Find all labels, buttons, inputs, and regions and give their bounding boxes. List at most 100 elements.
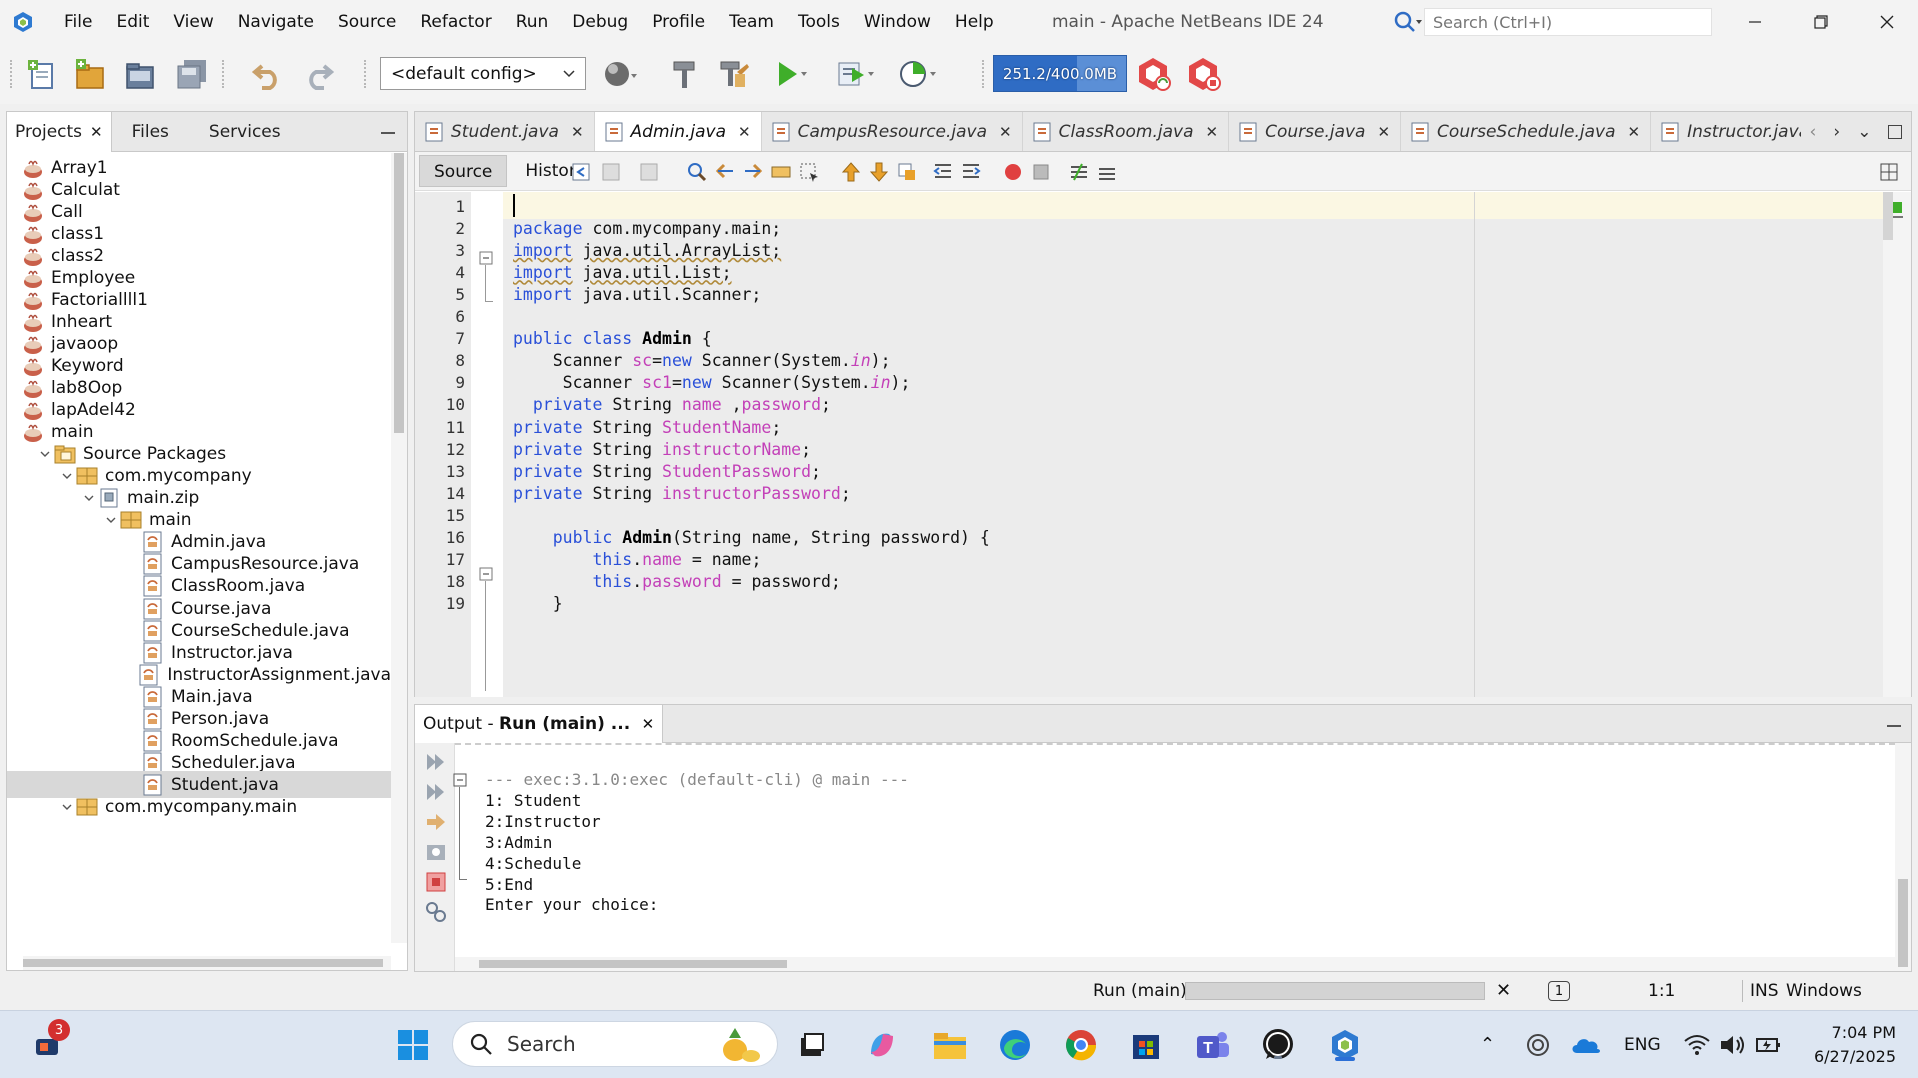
clean-build-button[interactable]	[714, 54, 754, 94]
stop-icon[interactable]	[423, 869, 449, 895]
menu-team[interactable]: Team	[717, 0, 786, 44]
debug-project-button[interactable]	[836, 54, 876, 94]
config-select[interactable]: <default config>	[380, 57, 586, 90]
close-tab-icon[interactable]: ✕	[1628, 123, 1641, 141]
battery-button[interactable]	[1749, 1025, 1789, 1065]
previous-bookmark-icon[interactable]	[839, 160, 863, 184]
menu-help[interactable]: Help	[943, 0, 1006, 44]
tools-icon[interactable]	[423, 899, 449, 925]
redo-button[interactable]	[298, 54, 338, 94]
settings-icon[interactable]	[423, 839, 449, 865]
chevron-down-icon[interactable]	[103, 512, 119, 528]
stop-macro-icon[interactable]	[1029, 160, 1053, 184]
tab-projects[interactable]: Projects ✕	[7, 111, 112, 152]
menu-profile[interactable]: Profile	[640, 0, 717, 44]
tree-vertical-scrollbar[interactable]	[391, 153, 407, 943]
edge-button[interactable]	[995, 1025, 1035, 1065]
shift-left-icon[interactable]	[931, 160, 955, 184]
new-file-button[interactable]	[22, 54, 62, 94]
tab-services[interactable]: Services	[189, 112, 289, 152]
code-editor[interactable]: 1 2 3 4 5 6 7 8 9 10 11 12 13 14 15 16 17 18 19 package co…	[415, 192, 1911, 697]
close-tab-icon[interactable]: ✕	[571, 123, 584, 141]
search-icon[interactable]	[1390, 8, 1424, 36]
menu-debug[interactable]: Debug	[560, 0, 640, 44]
arrow-right-icon[interactable]	[423, 809, 449, 835]
file-explorer-button[interactable]	[930, 1025, 970, 1065]
chevron-left-icon[interactable]: ‹	[1810, 122, 1817, 142]
tray-app-button[interactable]	[1518, 1025, 1558, 1065]
memory-indicator[interactable]: 251.2/400.0MB	[993, 55, 1127, 92]
code-line[interactable]: import java.util.Scanner;	[513, 281, 761, 308]
code-line[interactable]: }	[513, 590, 563, 617]
cancel-run-icon[interactable]: ✕	[1496, 974, 1511, 1008]
system-clock[interactable]: 7:04 PM 6/27/2025	[1806, 1021, 1896, 1069]
back-icon[interactable]	[599, 160, 623, 184]
file-tab-student[interactable]: Student.java ✕	[415, 112, 595, 151]
close-tab-icon[interactable]: ✕	[1377, 123, 1390, 141]
caret-position[interactable]: 1:1	[1648, 974, 1675, 1008]
chevron-down-icon[interactable]	[59, 468, 75, 484]
close-icon[interactable]: ✕	[642, 715, 655, 733]
tree-horizontal-scrollbar[interactable]	[23, 956, 391, 970]
code-line[interactable]: private String instructorPassword;	[513, 480, 851, 507]
scrollbar-thumb[interactable]	[1898, 879, 1908, 967]
task-view-button[interactable]	[792, 1025, 832, 1065]
save-all-button[interactable]	[172, 54, 212, 94]
rerun-icon[interactable]	[423, 749, 449, 775]
scrollbar-thumb[interactable]	[479, 960, 787, 968]
chevron-right-icon[interactable]: ›	[1833, 122, 1840, 142]
file-tab-classroom[interactable]: ClassRoom.java ✕	[1023, 112, 1230, 151]
build-button[interactable]	[664, 54, 704, 94]
split-editor-icon[interactable]	[1877, 160, 1901, 184]
maximize-window-icon[interactable]	[1888, 125, 1903, 139]
find-previous-icon[interactable]	[713, 160, 737, 184]
menu-tools[interactable]: Tools	[786, 0, 852, 44]
tab-source[interactable]: Source	[419, 155, 508, 187]
chevron-down-icon[interactable]	[37, 446, 53, 462]
chrome-button[interactable]	[1061, 1025, 1101, 1065]
menu-source[interactable]: Source	[326, 0, 408, 44]
open-project-button[interactable]	[120, 54, 160, 94]
language-indicator[interactable]: ENG	[1624, 1011, 1661, 1078]
profile-project-button[interactable]	[898, 54, 938, 94]
menu-navigate[interactable]: Navigate	[226, 0, 326, 44]
search-input[interactable]	[1424, 8, 1712, 36]
undo-button[interactable]	[248, 54, 288, 94]
taskbar-search[interactable]: Search	[452, 1021, 778, 1067]
insert-mode[interactable]: INS	[1750, 974, 1779, 1008]
fold-collapse-icon[interactable]	[479, 567, 493, 581]
minimize-panel-icon[interactable]	[381, 132, 395, 134]
file-tab-admin[interactable]: Admin.java ✕	[594, 112, 762, 151]
next-bookmark-icon[interactable]	[867, 160, 891, 184]
onedrive-button[interactable]	[1566, 1025, 1606, 1065]
scrollbar-thumb[interactable]	[394, 153, 404, 433]
tree-item-folder[interactable]: com.mycompany.main	[7, 793, 391, 820]
rerun-with-options-icon[interactable]	[423, 779, 449, 805]
chevron-down-icon[interactable]	[81, 490, 97, 506]
close-tab-icon[interactable]: ✕	[1206, 123, 1219, 141]
store-button[interactable]	[1126, 1025, 1166, 1065]
chevron-down-icon[interactable]	[59, 799, 75, 815]
last-edit-icon[interactable]	[569, 160, 593, 184]
file-tab-campusresource[interactable]: CampusResource.java ✕	[762, 112, 1023, 151]
fold-collapse-icon[interactable]	[479, 251, 493, 265]
start-macro-icon[interactable]	[1001, 160, 1025, 184]
chevron-down-icon[interactable]: ⌄	[1857, 122, 1871, 142]
run-status-label[interactable]: Run (main)	[1093, 974, 1187, 1008]
close-tab-icon[interactable]: ✕	[999, 123, 1012, 141]
shift-right-icon[interactable]	[959, 160, 983, 184]
file-tab-courseschedule[interactable]: CourseSchedule.java ✕	[1401, 112, 1652, 151]
output-horizontal-scrollbar[interactable]	[455, 957, 1895, 971]
tab-files[interactable]: Files	[112, 112, 189, 152]
notifications-badge[interactable]: 1	[1548, 981, 1570, 1001]
minimize-button[interactable]	[1724, 0, 1786, 44]
volume-button[interactable]	[1713, 1025, 1753, 1065]
stop-gc-button[interactable]	[1184, 54, 1224, 94]
close-icon[interactable]: ✕	[90, 123, 103, 141]
menu-file[interactable]: File	[52, 0, 104, 44]
close-tab-icon[interactable]: ✕	[738, 123, 751, 141]
editor-scrollbar-thumb[interactable]	[1883, 192, 1893, 240]
close-window-button[interactable]	[1856, 0, 1918, 44]
output-vertical-scrollbar[interactable]	[1895, 743, 1911, 971]
toggle-bookmark-icon[interactable]	[895, 160, 919, 184]
